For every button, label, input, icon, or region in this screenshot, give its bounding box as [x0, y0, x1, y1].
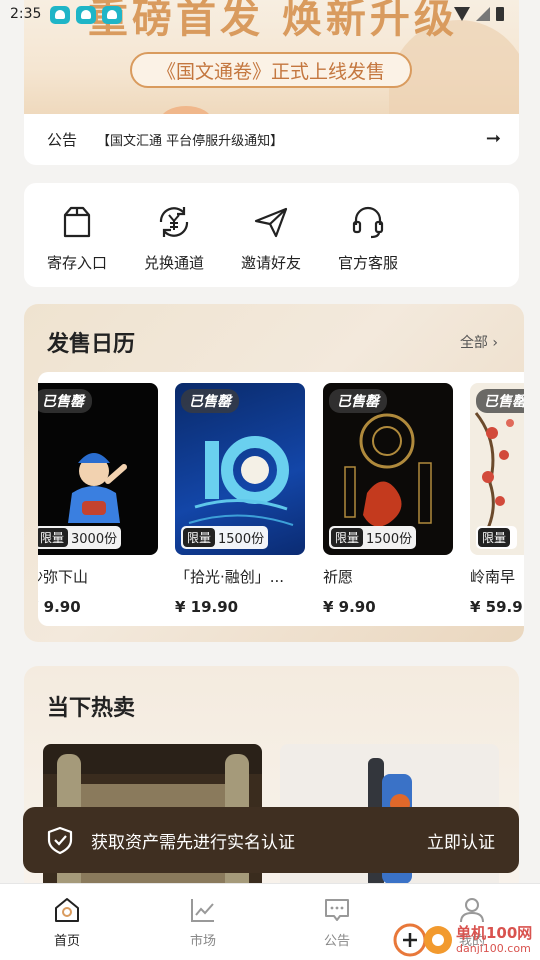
limit-count: 3000份 [71, 532, 118, 547]
shield-check-icon [47, 826, 73, 855]
status-bar: 2:35 [0, 0, 540, 32]
quick-action-support[interactable]: 官方客服 [323, 203, 413, 273]
limit-badge: 限量 3000份 [38, 526, 122, 549]
card-name: 沙弥下山 [38, 568, 89, 586]
toast-message: 获取资产需先进行实名认证 [91, 832, 295, 853]
limit-badge: 限量 1500份 [329, 526, 417, 549]
nav-label: 公告 [323, 934, 350, 949]
nav-label: 首页 [53, 934, 80, 949]
notice-label: 公告 [47, 131, 78, 149]
card-price: ¥ 59.9 [470, 598, 523, 616]
chevron-right-icon: › [492, 335, 498, 351]
app-notification-icon [50, 6, 70, 24]
sale-card[interactable]: 已售罄 限量 1500份 「拾光·融创」... ¥ 19.90 [175, 383, 305, 616]
quick-action-exchange[interactable]: 兑换通道 [129, 203, 219, 273]
nav-item-home[interactable]: 首页 [32, 896, 102, 949]
limit-tag: 限量 [331, 528, 364, 547]
watermark-title: 单机100网 [456, 924, 533, 942]
arrow-right-icon: ➞ [485, 128, 501, 149]
limit-tag: 限量 [183, 528, 216, 547]
app-notification-icon [76, 6, 96, 24]
headset-icon [352, 206, 384, 239]
limit-tag: 限量 [478, 528, 511, 547]
limit-count: 1500份 [218, 532, 265, 547]
quick-action-label: 兑换通道 [143, 254, 204, 272]
card-price: ¥ 9.90 [323, 598, 376, 616]
card-price: ¥ 9.90 [38, 598, 81, 616]
quick-action-invite[interactable]: 邀请好友 [226, 203, 316, 273]
sale-card-list[interactable]: 已售罄 限量3000份 沙弥下山 ¥ 9.90 已售罄 限量1500份 「拾光·… [38, 372, 524, 626]
sold-out-badge: 已售罄 [181, 389, 239, 413]
sale-calendar: 发售日历 全部 › 已售罄 限量3000份 沙弥下山 ¥ 9.90 [24, 304, 524, 642]
paper-plane-icon [254, 207, 288, 238]
signal-icon [476, 7, 490, 21]
quick-actions: 寄存入口 兑换通道 邀请好友 官方客服 [24, 183, 519, 287]
card-name: 岭南早 [470, 568, 516, 586]
sold-out-badge: 已售罄 [476, 389, 524, 413]
watermark-url: danji100.com [456, 942, 531, 955]
card-image: 已售罄 限量 [470, 383, 524, 555]
verification-toast: 获取资产需先进行实名认证 立即认证 [23, 807, 519, 873]
sale-card[interactable]: 已售罄 限量 1500份 祈愿 ¥ 9.90 [323, 383, 453, 616]
chart-icon [191, 899, 214, 922]
nav-item-market[interactable]: 市场 [168, 896, 238, 949]
section-title: 发售日历 [47, 332, 136, 357]
card-name: 祈愿 [323, 568, 354, 586]
status-time: 2:35 [10, 6, 42, 22]
system-icons [454, 7, 504, 21]
wifi-icon [454, 7, 470, 21]
battery-icon [496, 7, 504, 21]
sold-out-badge: 已售罄 [329, 389, 387, 413]
section-title: 当下热卖 [47, 696, 136, 721]
banner-sun [160, 106, 212, 114]
notice-bar[interactable]: 公告 【国文汇通 平台停服升级通知】 ➞ [24, 114, 519, 165]
limit-tag: 限量 [38, 528, 69, 547]
view-all-label: 全部 [459, 335, 488, 351]
home-icon [55, 898, 79, 922]
quick-action-label: 官方客服 [337, 254, 398, 272]
verify-now-button[interactable]: 立即认证 [427, 828, 495, 853]
limit-badge: 限量 [476, 526, 518, 549]
sale-card[interactable]: 已售罄 限量3000份 沙弥下山 ¥ 9.90 [38, 383, 158, 616]
card-price: ¥ 19.90 [175, 598, 239, 616]
card-name: 「拾光·融创」... [175, 568, 285, 586]
message-icon [325, 899, 349, 921]
limit-count: 1500份 [366, 532, 413, 547]
quick-action-label: 寄存入口 [46, 254, 107, 272]
yuan-exchange-icon [159, 207, 189, 237]
app-notification-icon [102, 6, 122, 24]
quick-action-deposit[interactable]: 寄存入口 [32, 203, 122, 273]
box-icon [63, 206, 91, 238]
nav-item-notice[interactable]: 公告 [302, 896, 372, 949]
banner-pill: 《国文通卷》正式上线发售 [130, 52, 412, 88]
nav-label: 市场 [189, 934, 216, 949]
sale-card[interactable]: 已售罄 限量 岭南早 ¥ 59.9 [470, 383, 524, 616]
card-image: 已售罄 限量 1500份 [175, 383, 305, 555]
card-image: 已售罄 限量 1500份 [323, 383, 453, 555]
quick-action-label: 邀请好友 [240, 254, 301, 272]
card-image: 已售罄 限量 3000份 [38, 383, 158, 555]
limit-badge: 限量 1500份 [181, 526, 269, 549]
sold-out-badge: 已售罄 [38, 389, 92, 413]
view-all-link[interactable]: 全部 › [460, 332, 498, 352]
notification-icons [50, 6, 122, 24]
notice-text: 【国文汇通 平台停服升级通知】 [97, 134, 284, 149]
